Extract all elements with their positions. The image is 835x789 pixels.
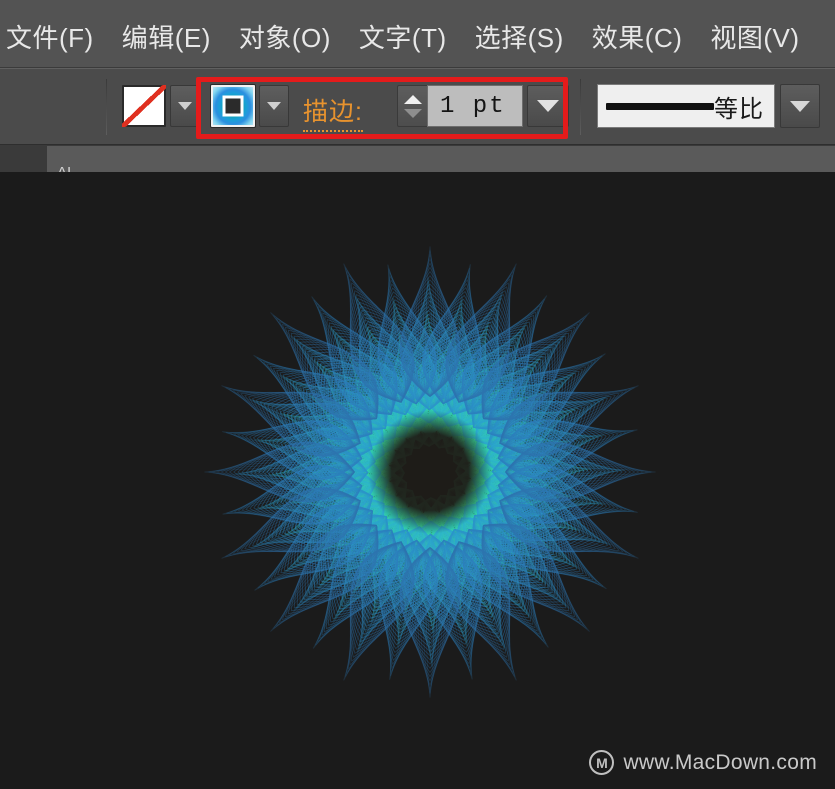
menu-bar: 文件(F) 编辑(E) 对象(O) 文字(T) 选择(S) 效果(C) 视图(V): [0, 0, 835, 68]
triangle-down-icon: [537, 100, 559, 112]
stroke-swatch-group[interactable]: [211, 85, 289, 127]
stroke-weight-dropdown-button[interactable]: [527, 85, 569, 127]
stroke-profile-field[interactable]: 等比: [597, 84, 775, 128]
document-tab-label: AI: [57, 164, 71, 172]
stroke-profile-control[interactable]: 等比: [597, 84, 820, 128]
menu-effect[interactable]: 效果(C): [578, 18, 697, 55]
stroke-profile-value: 等比: [714, 95, 764, 123]
uniform-stroke-line-icon: [606, 102, 714, 110]
stroke-weight-label[interactable]: 描边:: [303, 92, 363, 132]
fill-dropdown-button[interactable]: [170, 85, 200, 127]
triangle-down-icon[interactable]: [403, 108, 422, 118]
document-tab[interactable]: AI: [47, 146, 835, 172]
stroke-weight-control[interactable]: 1 pt: [397, 85, 569, 127]
stroke-swatch-center-square: [222, 95, 244, 117]
control-bar: 描边: 1 pt 等比: [0, 68, 835, 145]
macdown-logo-icon: M: [589, 750, 615, 775]
menu-item-list: 文件(F) 编辑(E) 对象(O) 文字(T) 选择(S) 效果(C) 视图(V): [0, 18, 814, 55]
triangle-down-icon: [790, 100, 810, 112]
stroke-profile-dropdown-button[interactable]: [780, 84, 820, 128]
menu-select[interactable]: 选择(S): [461, 18, 578, 55]
triangle-up-icon[interactable]: [403, 94, 422, 104]
toolbar-separator-1: [106, 79, 107, 135]
artboard-canvas[interactable]: M www.MacDown.com: [0, 172, 835, 789]
fill-swatch-group[interactable]: [122, 85, 200, 127]
illustrator-window: 文件(F) 编辑(E) 对象(O) 文字(T) 选择(S) 效果(C) 视图(V): [0, 0, 835, 789]
watermark: M www.MacDown.com: [589, 750, 817, 775]
toolbar-separator-2: [580, 79, 581, 135]
stroke-dropdown-button[interactable]: [259, 85, 289, 127]
chevron-down-icon: [267, 102, 281, 110]
stroke-weight-stepper[interactable]: [397, 85, 427, 127]
stroke-weight-input[interactable]: 1 pt: [427, 85, 523, 127]
menu-file[interactable]: 文件(F): [0, 18, 108, 55]
stroke-swatch-gradient-icon[interactable]: [211, 85, 255, 127]
menu-view[interactable]: 视图(V): [696, 18, 813, 55]
spirograph-flower-artwork[interactable]: [0, 172, 835, 789]
menu-type[interactable]: 文字(T): [345, 18, 461, 55]
document-tab-strip: AI: [0, 145, 835, 172]
fill-swatch-none-icon[interactable]: [122, 85, 166, 127]
watermark-text: www.MacDown.com: [623, 750, 817, 774]
chevron-down-icon: [178, 102, 192, 110]
menu-edit[interactable]: 编辑(E): [108, 18, 225, 55]
menu-object[interactable]: 对象(O): [225, 18, 345, 55]
